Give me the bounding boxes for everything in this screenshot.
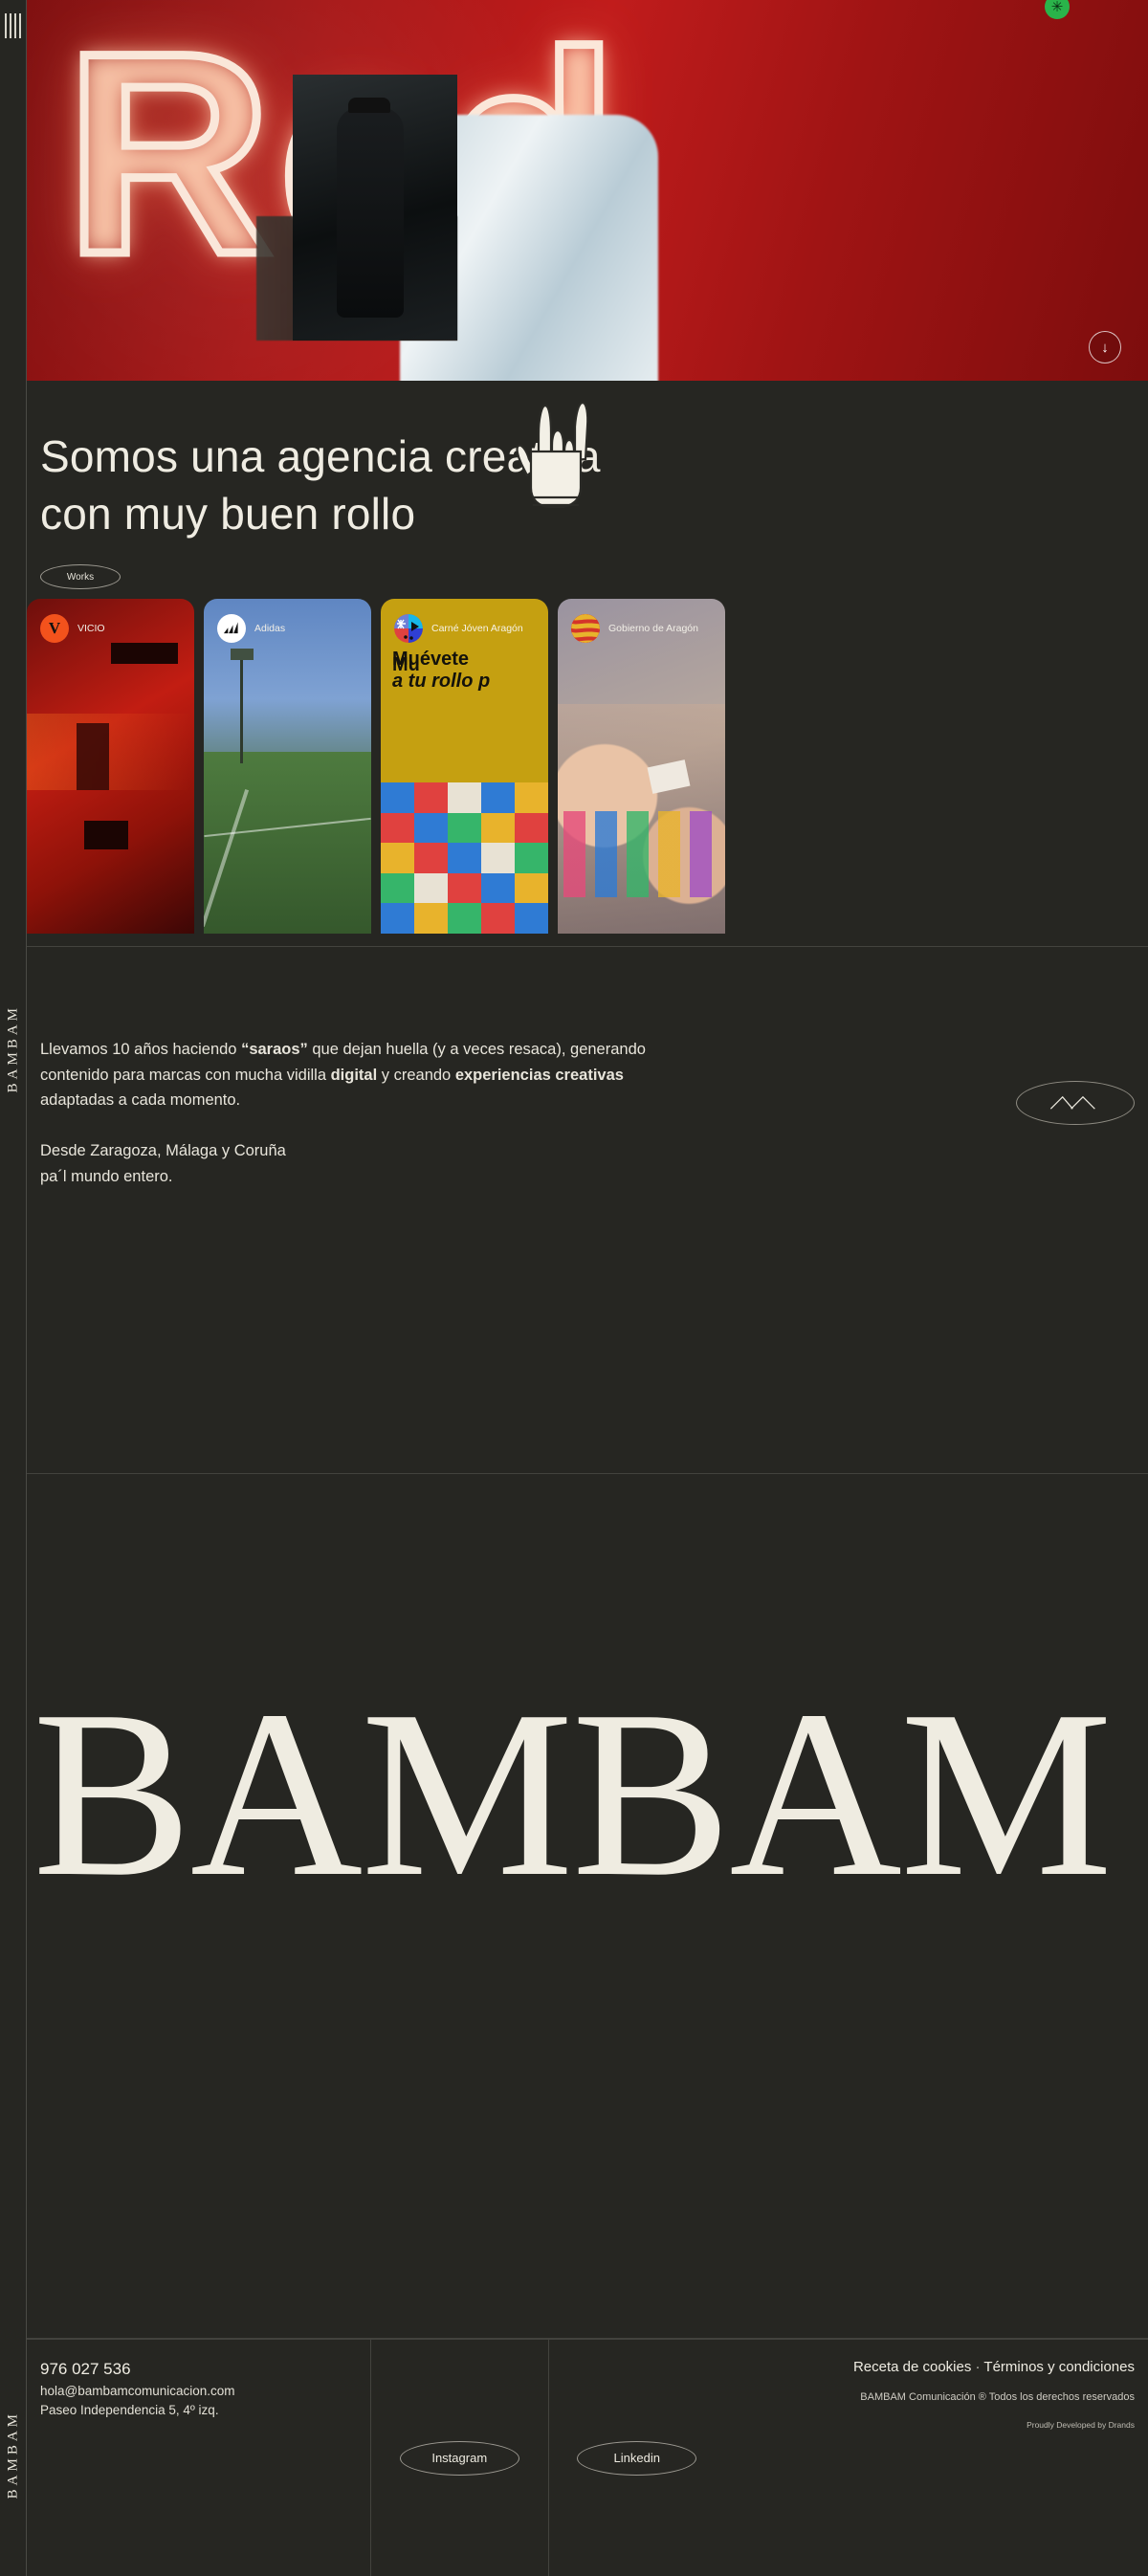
instagram-label: Instagram — [431, 2451, 488, 2465]
works-button[interactable]: Works — [40, 564, 121, 589]
about-p1-part-g: adaptadas a cada momento. — [40, 1091, 241, 1110]
work-card-carne-joven[interactable]: Mu Muévete a tu rollo p Carné Jóven Arag… — [381, 599, 548, 934]
card-label: Gobierno de Aragón — [608, 623, 698, 634]
brand-wordmark: BAMBAM — [33, 1662, 1113, 1926]
footer-legal-links: Receta de cookies · Términos y condicion… — [725, 2357, 1135, 2379]
card-label: Adidas — [254, 623, 286, 634]
rock-hand-icon — [516, 401, 589, 509]
card-header: V VICIO — [40, 614, 105, 643]
cookies-link[interactable]: Receta de cookies — [853, 2359, 971, 2375]
hamburger-vertical-icon[interactable] — [5, 13, 21, 38]
card-decoration — [558, 599, 725, 934]
hero-photo-cut-upper — [293, 75, 457, 340]
linkedin-link[interactable]: Linkedin — [577, 2440, 697, 2476]
about-section: Llevamos 10 años haciendo “saraos” que d… — [27, 947, 1148, 1474]
terms-link[interactable]: Términos y condiciones — [983, 2359, 1135, 2375]
about-p1-saraos: “saraos” — [241, 1041, 308, 1058]
about-paragraph-2: Desde Zaragoza, Málaga y Coruña pa´l mun… — [40, 1138, 652, 1189]
rail-brand-word-bottom: BAMBAM — [5, 2411, 20, 2499]
footer-rights: BAMBAM Comunicación ® Todos los derechos… — [860, 2390, 1135, 2403]
arrow-down-icon[interactable]: ↓ — [1089, 331, 1121, 363]
adidas-logo-icon — [217, 614, 246, 643]
card-header: Carné Jóven Aragón — [394, 614, 523, 643]
about-p1-experiencias: experiencias creativas — [454, 1066, 624, 1084]
card-header: Gobierno de Aragón — [571, 614, 698, 643]
footer-contact-column: 976 027 536 hola@bambamcomunicacion.com … — [27, 2340, 371, 2576]
card-icon-grid — [381, 782, 548, 934]
left-rail: BAMBAM BAMBAM — [0, 0, 27, 2576]
footer-developed-by: Proudly Developed by Drands — [1027, 2420, 1135, 2430]
about-p1-digital: digital — [330, 1066, 378, 1084]
works-card-list: V VICIO Adidas Mu Muévete a tu rollo p C… — [27, 599, 1148, 934]
card-header: Adidas — [217, 614, 285, 643]
about-p1-part-a: Llevamos 10 años haciendo — [40, 1041, 242, 1058]
work-card-gobierno-aragon[interactable]: Gobierno de Aragón — [558, 599, 725, 934]
hero-section: Red ✳ ↓ — [27, 0, 1148, 381]
footer-address: Paseo Independencia 5, 4º izq. — [40, 2403, 219, 2418]
card-decoration — [27, 599, 194, 934]
vicio-logo-icon: V — [40, 614, 69, 643]
footer-email[interactable]: hola@bambamcomunicacion.com — [40, 2382, 370, 2402]
instagram-link[interactable]: Instagram — [399, 2440, 519, 2476]
headline-line-2: con muy buen rollo — [40, 488, 416, 539]
about-p1-part-e: y creando — [377, 1066, 455, 1084]
carne-joven-logo-icon — [394, 614, 423, 643]
about-copy: Llevamos 10 años haciendo “saraos” que d… — [40, 1037, 652, 1190]
footer-phone[interactable]: 976 027 536 — [40, 2357, 370, 2382]
footer-social-column: Instagram Linkedin — [371, 2340, 725, 2576]
about-p2-line-1: Desde Zaragoza, Málaga y Coruña — [40, 1142, 286, 1160]
rail-brand-word-top: BAMBAM — [5, 1004, 20, 1093]
linkedin-label: Linkedin — [613, 2451, 660, 2465]
footer-social-cell-instagram: Instagram — [371, 2340, 549, 2576]
about-p2-line-2: pa´l mundo entero. — [40, 1167, 173, 1185]
gobierno-aragon-logo-icon — [571, 614, 600, 643]
work-card-vicio[interactable]: V VICIO — [27, 599, 194, 934]
work-card-adidas[interactable]: Adidas — [204, 599, 371, 934]
wordmark-section: BAMBAM — [27, 1474, 1148, 2339]
about-paragraph-1: Llevamos 10 años haciendo “saraos” que d… — [40, 1037, 652, 1113]
footer-social-cell-linkedin: Linkedin — [549, 2340, 726, 2576]
footer-legal-column: Receta de cookies · Términos y condicion… — [725, 2340, 1148, 2576]
works-label: Works — [66, 571, 95, 583]
page-title: Somos una agencia creativa con muy buen … — [40, 429, 882, 543]
statement-section: Somos una agencia creativa con muy buen … — [27, 381, 1148, 947]
card-label: VICIO — [77, 623, 105, 634]
card-overlay-ghost: Mu — [392, 654, 420, 675]
mountains-icon[interactable] — [1016, 1081, 1135, 1125]
site-footer: 976 027 536 hola@bambamcomunicacion.com … — [27, 2339, 1148, 2576]
card-label: Carné Jóven Aragón — [431, 623, 523, 634]
legal-separator: · — [975, 2359, 981, 2375]
card-overlay-text: Mu Muévete a tu rollo p — [392, 649, 547, 693]
